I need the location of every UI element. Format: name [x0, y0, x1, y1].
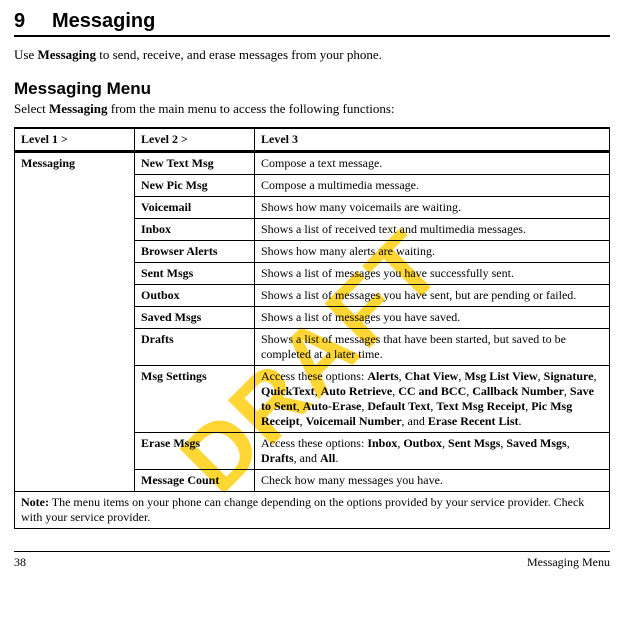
table-header-row: Level 1 > Level 2 > Level 3 [15, 128, 610, 152]
level2-cell: Erase Msgs [135, 433, 255, 470]
level2-cell: Saved Msgs [135, 307, 255, 329]
section-heading: Messaging Menu [14, 79, 610, 99]
menu-table: Level 1 > Level 2 > Level 3 MessagingNew… [14, 127, 610, 529]
table-note-row: Note: The menu items on your phone can c… [15, 492, 610, 529]
level3-cell: Shows how many voicemails are waiting. [255, 197, 610, 219]
level1-cell: Messaging [15, 152, 135, 492]
level2-cell: New Text Msg [135, 152, 255, 175]
chapter-name: Messaging [52, 10, 155, 32]
level3-cell: Access these options: Inbox, Outbox, Sen… [255, 433, 610, 470]
page-footer: 38 Messaging Menu [14, 551, 610, 570]
title-rule [14, 35, 610, 37]
level2-cell: Outbox [135, 285, 255, 307]
level3-cell: Access these options: Alerts, Chat View,… [255, 366, 610, 433]
level3-cell: Shows a list of messages you have succes… [255, 263, 610, 285]
header-level3: Level 3 [255, 128, 610, 152]
header-level1: Level 1 > [15, 128, 135, 152]
page-number: 38 [14, 555, 26, 570]
level3-cell: Compose a multimedia message. [255, 175, 610, 197]
chapter-number: 9 [14, 10, 52, 33]
level3-cell: Check how many messages you have. [255, 470, 610, 492]
level2-cell: Browser Alerts [135, 241, 255, 263]
level2-cell: Message Count [135, 470, 255, 492]
level3-cell: Shows how many alerts are waiting. [255, 241, 610, 263]
header-level2: Level 2 > [135, 128, 255, 152]
level2-cell: Inbox [135, 219, 255, 241]
level3-cell: Shows a list of messages you have saved. [255, 307, 610, 329]
level2-cell: Drafts [135, 329, 255, 366]
level3-cell: Shows a list of messages you have sent, … [255, 285, 610, 307]
level2-cell: Msg Settings [135, 366, 255, 433]
intro-text: Use Messaging to send, receive, and eras… [14, 47, 610, 63]
level3-cell: Compose a text message. [255, 152, 610, 175]
level2-cell: Voicemail [135, 197, 255, 219]
level2-cell: Sent Msgs [135, 263, 255, 285]
section-text: Select Messaging from the main menu to a… [14, 101, 610, 117]
page-content: 9Messaging Use Messaging to send, receiv… [14, 10, 610, 570]
table-row: MessagingNew Text MsgCompose a text mess… [15, 152, 610, 175]
footer-label: Messaging Menu [527, 555, 610, 570]
level3-cell: Shows a list of received text and multim… [255, 219, 610, 241]
level2-cell: New Pic Msg [135, 175, 255, 197]
level3-cell: Shows a list of messages that have been … [255, 329, 610, 366]
note-cell: Note: The menu items on your phone can c… [15, 492, 610, 529]
chapter-title: 9Messaging [14, 10, 610, 33]
